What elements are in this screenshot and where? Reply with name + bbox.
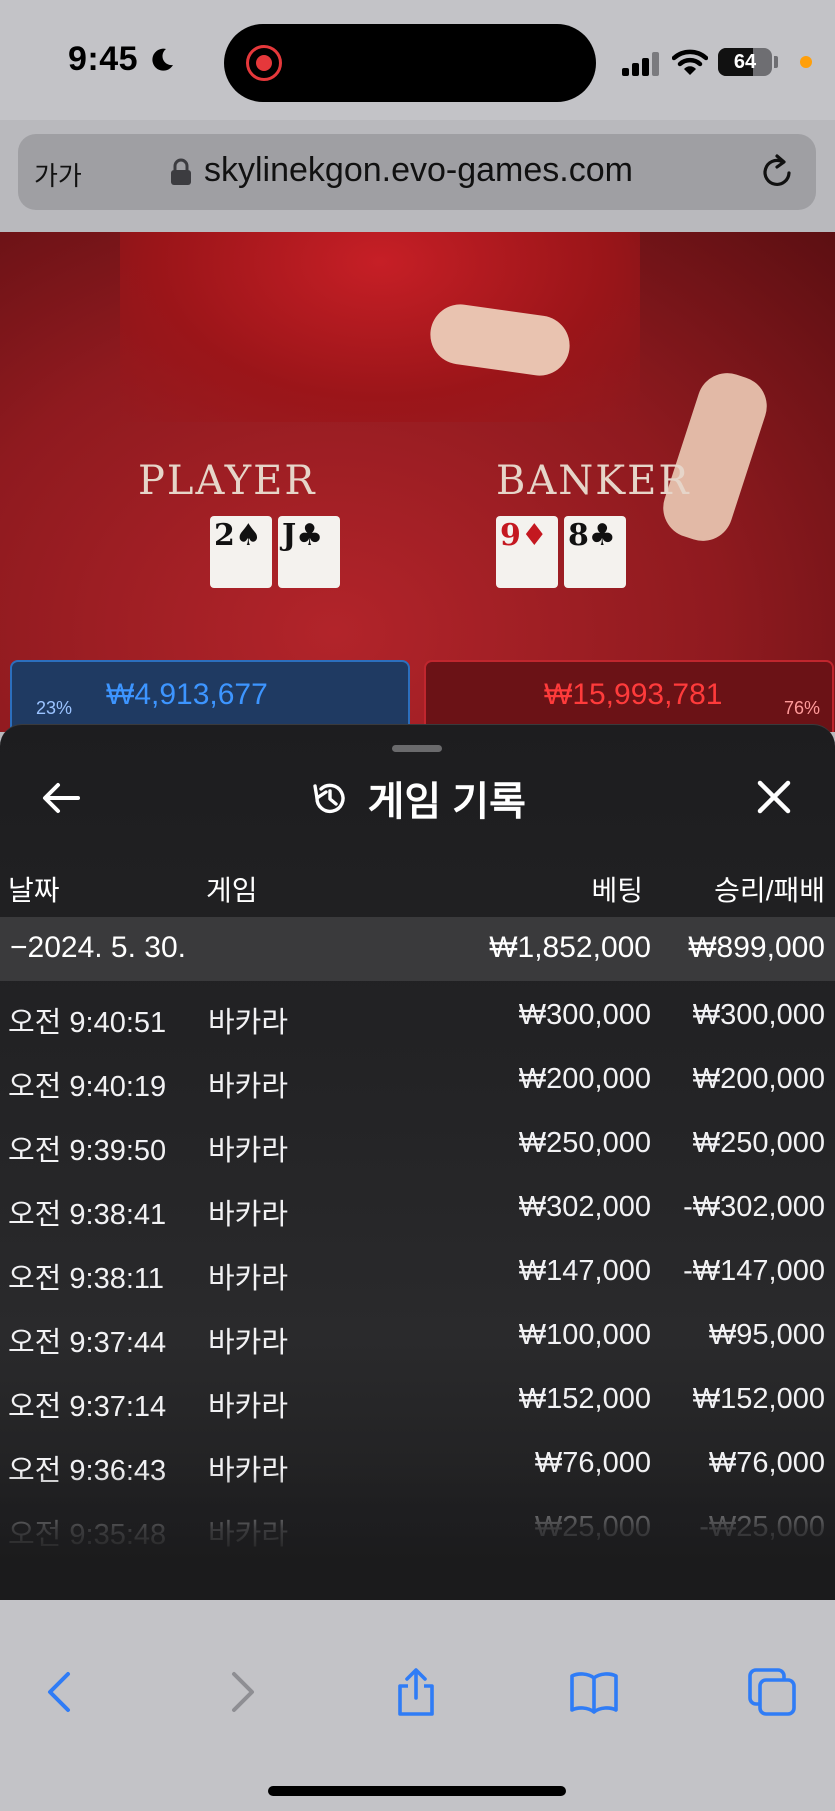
history-icon	[313, 783, 345, 814]
banker-table-label: BANKER	[496, 458, 691, 504]
summary-result: ₩899,000	[688, 931, 825, 964]
history-row[interactable]: 오전 9:40:19 바카라 ₩200,000 ₩200,000	[0, 1047, 835, 1111]
row-bet: ₩147,000	[518, 1255, 651, 1287]
row-result: ₩200,000	[692, 1063, 825, 1095]
browser-toolbar	[0, 1600, 835, 1811]
lock-icon	[171, 158, 191, 185]
row-bet: ₩300,000	[518, 999, 651, 1031]
date-summary-row[interactable]: −2024. 5. 30. ₩1,852,000 ₩899,000	[0, 917, 835, 981]
row-time: 오전 9:40:51	[8, 1007, 167, 1039]
summary-date: −2024. 5. 30.	[10, 931, 186, 964]
row-time: 오전 9:40:19	[8, 1071, 167, 1103]
tabs-icon[interactable]	[746, 1666, 798, 1718]
row-result: ₩300,000	[692, 999, 825, 1031]
privacy-indicator-dot	[800, 56, 812, 68]
dealer-hand-right	[655, 365, 775, 549]
home-indicator[interactable]	[268, 1786, 566, 1796]
row-result: ₩152,000	[692, 1383, 825, 1415]
status-bar: 9:45 64	[0, 0, 835, 120]
summary-bet: ₩1,852,000	[489, 931, 651, 964]
battery-cap	[774, 56, 778, 68]
text-size-button[interactable]: 가가	[34, 156, 82, 193]
banker-total-bets: ₩15,993,781	[544, 678, 723, 711]
player-total-bets: ₩4,913,677	[106, 678, 268, 711]
sheet-grabber[interactable]	[392, 745, 442, 752]
row-time: 오전 9:37:14	[8, 1391, 167, 1423]
player-table-label: PLAYER	[138, 458, 317, 504]
history-row[interactable]: 오전 9:37:14 바카라 ₩152,000 ₩152,000	[0, 1367, 835, 1431]
history-row[interactable]: 오전 9:38:41 바카라 ₩302,000 -₩302,000	[0, 1175, 835, 1239]
banker-card-2: 8♣	[564, 516, 626, 588]
address-bar[interactable]: 가가 skylinekgon.evo-games.com	[18, 134, 816, 210]
row-time: 오전 9:38:11	[8, 1263, 165, 1295]
battery-icon: 64	[718, 48, 772, 76]
wifi-icon	[672, 49, 708, 75]
reload-icon[interactable]	[758, 152, 798, 192]
player-percent: 23%	[36, 698, 73, 718]
column-header-date: 날짜	[8, 875, 60, 906]
game-history-sheet: 게임 기록 날짜 게임 베팅 승리/패배 −2024. 5. 30. ₩1,85…	[0, 724, 835, 1600]
row-bet: ₩302,000	[518, 1191, 651, 1223]
player-card-1: 2♠	[210, 516, 272, 588]
back-icon[interactable]	[36, 1666, 88, 1718]
row-game: 바카라	[208, 1007, 289, 1039]
dynamic-island	[224, 24, 596, 102]
column-header-game: 게임	[206, 875, 258, 906]
bookmarks-icon[interactable]	[568, 1666, 620, 1718]
row-bet: ₩152,000	[518, 1383, 651, 1415]
row-game: 바카라	[208, 1071, 289, 1103]
row-game: 바카라	[208, 1391, 289, 1423]
row-result: ₩95,000	[708, 1319, 825, 1351]
moon-icon	[152, 48, 173, 71]
row-game: 바카라	[208, 1135, 289, 1167]
row-time: 오전 9:39:50	[8, 1135, 167, 1167]
player-card-2: J♣	[278, 516, 340, 588]
status-time: 9:45	[68, 40, 139, 78]
sheet-title: 게임 기록	[367, 780, 526, 824]
cellular-signal-icon	[622, 52, 659, 76]
banker-percent: 76%	[784, 698, 821, 718]
banker-bet-spot[interactable]: ₩15,993,781 76%	[424, 660, 834, 732]
row-bet: ₩200,000	[518, 1063, 651, 1095]
row-time: 오전 9:38:41	[8, 1199, 167, 1231]
row-result: -₩302,000	[683, 1191, 825, 1223]
history-row[interactable]: 오전 9:40:51 바카라 ₩300,000 ₩300,000	[0, 983, 835, 1047]
column-header-result: 승리/패배	[714, 875, 825, 906]
column-header-bet: 베팅	[591, 875, 643, 906]
screen-record-icon	[246, 45, 282, 81]
row-time: 오전 9:37:44	[8, 1327, 167, 1359]
url-text[interactable]: skylinekgon.evo-games.com	[204, 151, 633, 190]
row-game: 바카라	[208, 1327, 289, 1359]
banker-card-1: 9♦	[496, 516, 558, 588]
row-bet: ₩250,000	[518, 1127, 651, 1159]
row-bet: ₩100,000	[518, 1319, 651, 1351]
row-game: 바카라	[208, 1263, 289, 1295]
battery-percent: 64	[733, 51, 757, 73]
share-icon[interactable]	[390, 1666, 442, 1718]
history-row[interactable]: 오전 9:38:11 바카라 ₩147,000 -₩147,000	[0, 1239, 835, 1303]
list-fade	[0, 1470, 835, 1600]
row-result: -₩147,000	[683, 1255, 825, 1287]
close-icon[interactable]	[752, 775, 796, 819]
player-bet-spot[interactable]: 23% ₩4,913,677	[10, 660, 410, 732]
forward-icon[interactable]	[214, 1666, 266, 1718]
sheet-header: 게임 기록	[0, 769, 835, 827]
history-row[interactable]: 오전 9:39:50 바카라 ₩250,000 ₩250,000	[0, 1111, 835, 1175]
history-row[interactable]: 오전 9:37:44 바카라 ₩100,000 ₩95,000	[0, 1303, 835, 1367]
game-video: PLAYER BANKER 2♠ J♣ 9♦ 8♣ 23% ₩4,913,677…	[0, 232, 835, 732]
row-result: ₩250,000	[692, 1127, 825, 1159]
row-game: 바카라	[208, 1199, 289, 1231]
